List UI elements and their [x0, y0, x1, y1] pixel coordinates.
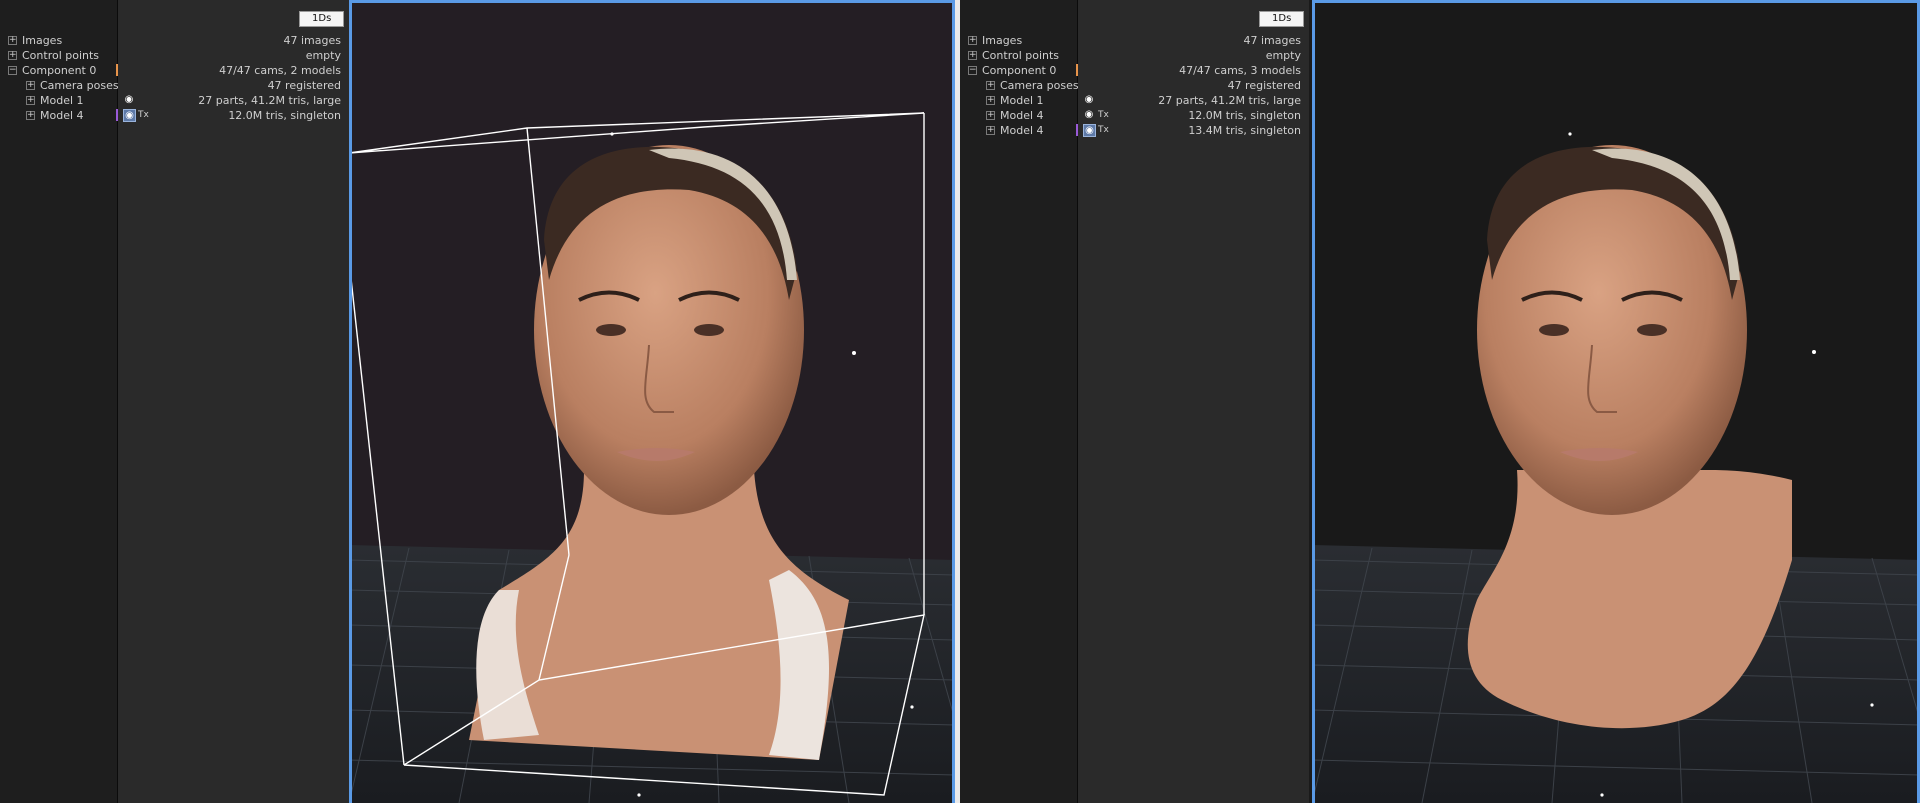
tree-item-images[interactable]: + Images: [960, 33, 1077, 48]
tree-item-value: 47/47 cams, 3 models: [1179, 64, 1301, 77]
tree-item-label: Component 0: [982, 64, 1057, 77]
eye-icon[interactable]: ◉: [123, 94, 135, 106]
tree-item-value: 47 images: [1243, 34, 1302, 47]
plus-box-icon[interactable]: +: [986, 111, 995, 120]
tree-item-value-row: empty: [1078, 48, 1309, 63]
tree-item-component-0[interactable]: − Component 0: [0, 63, 117, 78]
plus-box-icon[interactable]: +: [26, 96, 35, 105]
tree-item-label: Camera poses: [1000, 79, 1079, 92]
tree-item-value: 27 parts, 41.2M tris, large: [1158, 94, 1301, 107]
tree-item-label: Model 1: [40, 94, 84, 107]
3d-viewport-right[interactable]: [1312, 0, 1920, 803]
tree-item-value-row: ◉ 27 parts, 41.2M tris, large: [1078, 93, 1309, 108]
eye-icon[interactable]: ◉: [1083, 109, 1095, 121]
texture-indicator: Tx: [1098, 125, 1109, 135]
viewport-scene-left: [349, 112, 955, 803]
tree-item-value-row: ◉ Tx 13.4M tris, singleton: [1076, 123, 1309, 138]
3d-viewport-left[interactable]: [349, 0, 955, 803]
tree-item-value: 27 parts, 41.2M tris, large: [198, 94, 341, 107]
tree-item-value-row: 47/47 cams, 2 models: [116, 63, 349, 78]
tree-item-model-4[interactable]: + Model 4: [960, 123, 1077, 138]
tree-item-value: 47 registered: [1227, 79, 1301, 92]
tree-names-column-left: + Images + Control points − Component 0 + Camer…: [0, 0, 119, 803]
tree-item-label: Model 4: [40, 109, 84, 122]
minus-box-icon[interactable]: −: [968, 66, 977, 75]
status-marker: [1076, 64, 1078, 76]
plus-box-icon[interactable]: +: [26, 81, 35, 90]
plus-box-icon[interactable]: +: [8, 36, 17, 45]
plus-box-icon[interactable]: +: [968, 36, 977, 45]
tree-item-value: 47 images: [283, 34, 342, 47]
eye-icon[interactable]: ◉: [1083, 124, 1096, 137]
status-marker: [116, 64, 118, 76]
tree-values-column-left: 1Ds 47 images empty 47/47 cams, 2 models 47…: [116, 0, 349, 803]
plus-box-icon[interactable]: +: [8, 51, 17, 60]
tree-item-model-1[interactable]: + Model 1: [960, 93, 1077, 108]
plus-box-icon[interactable]: +: [986, 81, 995, 90]
tree-item-images[interactable]: + Images: [0, 33, 117, 48]
tree-item-value-row: 47 registered: [1078, 78, 1309, 93]
tree-item-control-points[interactable]: + Control points: [960, 48, 1077, 63]
tree-item-value: 12.0M tris, singleton: [228, 109, 341, 122]
tree-item-value-row: 47 images: [118, 33, 349, 48]
eye-icon[interactable]: ◉: [123, 109, 136, 122]
tree-item-value-row: 47/47 cams, 3 models: [1076, 63, 1309, 78]
tree-names-column-right: + Images + Control points − Component 0 + Camer…: [960, 0, 1079, 803]
tree-item-model-4[interactable]: + Model 4: [0, 108, 117, 123]
tree-item-value-row: 47 registered: [118, 78, 349, 93]
tree-item-value-row: ◉ Tx 12.0M tris, singleton: [1078, 108, 1309, 123]
tree-item-label: Model 1: [1000, 94, 1044, 107]
status-marker: [1076, 124, 1078, 136]
tree-item-model-4[interactable]: + Model 4: [960, 108, 1077, 123]
tree-item-label: Images: [982, 34, 1023, 47]
tree-item-value: 47/47 cams, 2 models: [219, 64, 341, 77]
tree-item-label: Camera poses: [40, 79, 119, 92]
tree-item-control-points[interactable]: + Control points: [0, 48, 117, 63]
tree-item-label: Images: [22, 34, 63, 47]
viewport-scene-right: [1312, 132, 1920, 803]
tree-item-label: Model 4: [1000, 124, 1044, 137]
tree-item-value: empty: [305, 49, 341, 62]
tree-item-value-row: 47 images: [1078, 33, 1309, 48]
camera-group-badge[interactable]: 1Ds: [1259, 11, 1305, 27]
tree-item-camera-poses[interactable]: + Camera poses: [960, 78, 1079, 93]
tree-item-model-1[interactable]: + Model 1: [0, 93, 117, 108]
tree-item-value: 13.4M tris, singleton: [1188, 124, 1301, 137]
tree-values-column-right: 1Ds 47 images empty 47/47 cams, 3 models 47…: [1076, 0, 1309, 803]
plus-box-icon[interactable]: +: [986, 96, 995, 105]
tree-item-label: Model 4: [1000, 109, 1044, 122]
tree-item-value-row: empty: [118, 48, 349, 63]
minus-box-icon[interactable]: −: [8, 66, 17, 75]
tree-item-label: Control points: [982, 49, 1060, 62]
tree-item-value-row: ◉ Tx 12.0M tris, singleton: [116, 108, 349, 123]
tree-item-value: empty: [1265, 49, 1301, 62]
tree-item-value-row: ◉ 27 parts, 41.2M tris, large: [118, 93, 349, 108]
tree-item-camera-poses[interactable]: + Camera poses: [0, 78, 119, 93]
tree-item-value: 47 registered: [267, 79, 341, 92]
plus-box-icon[interactable]: +: [968, 51, 977, 60]
tree-item-value: 12.0M tris, singleton: [1188, 109, 1301, 122]
tree-item-label: Control points: [22, 49, 100, 62]
tree-item-label: Component 0: [22, 64, 97, 77]
texture-indicator: Tx: [1098, 110, 1109, 120]
texture-indicator: Tx: [138, 110, 149, 120]
status-marker: [116, 109, 118, 121]
plus-box-icon[interactable]: +: [986, 126, 995, 135]
left-workspace: + Images + Control points − Component 0 + Camer…: [0, 0, 955, 803]
eye-icon[interactable]: ◉: [1083, 94, 1095, 106]
plus-box-icon[interactable]: +: [26, 111, 35, 120]
right-workspace: + Images + Control points − Component 0 + Camer…: [960, 0, 1920, 803]
camera-group-badge[interactable]: 1Ds: [299, 11, 345, 27]
tree-item-component-0[interactable]: − Component 0: [960, 63, 1077, 78]
